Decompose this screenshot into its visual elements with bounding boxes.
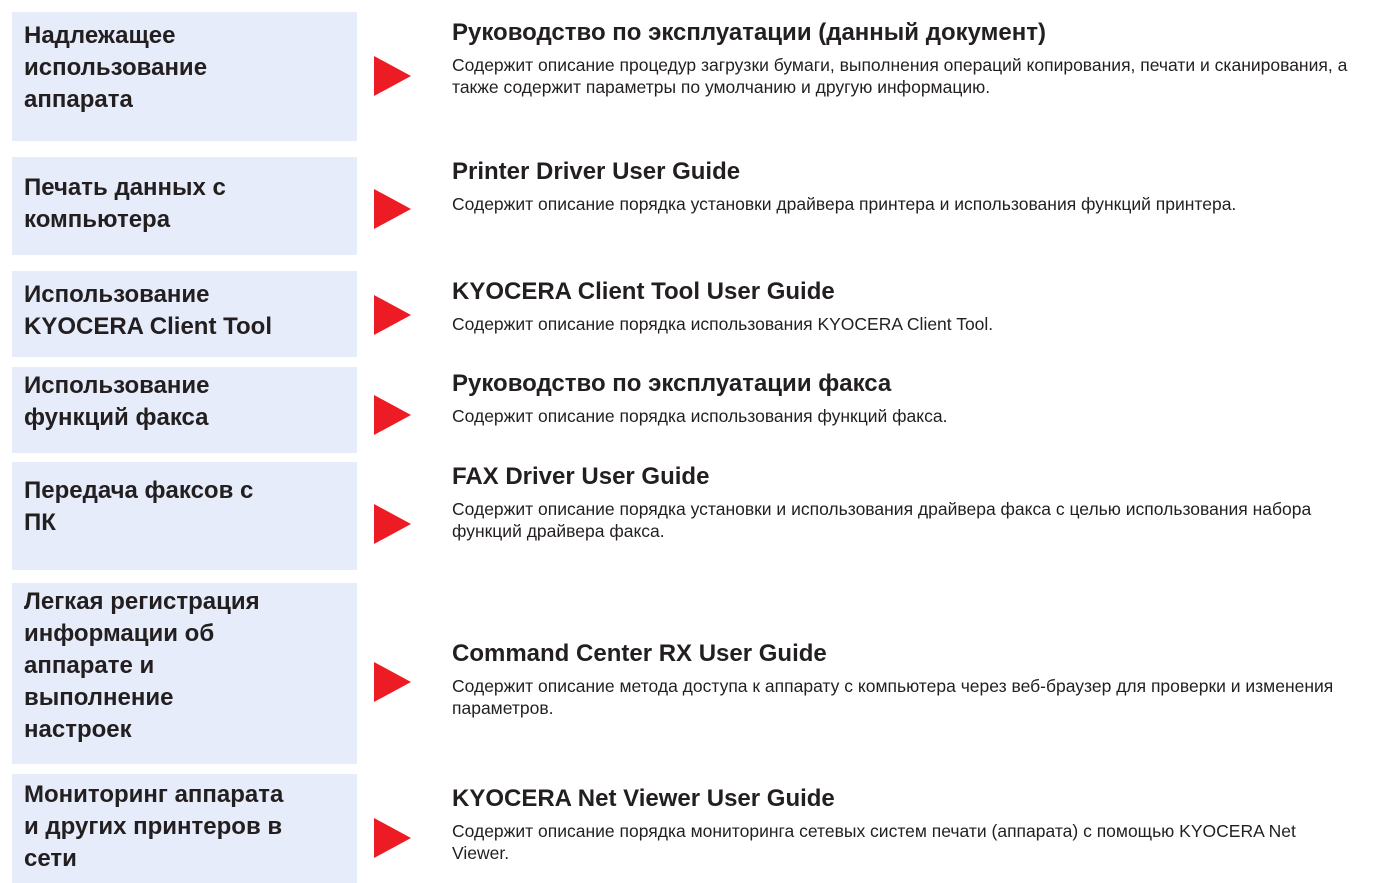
guide-description: Содержит описание порядка установки и ис… [452, 499, 1312, 541]
task-label-box: Надлежащее использование аппарата [12, 12, 357, 141]
guide-title: KYOCERA Client Tool User Guide [452, 278, 835, 305]
right-triangle-arrow-icon [374, 662, 411, 702]
guide-title: Руководство по эксплуатации факса [452, 370, 892, 397]
guide-info: KYOCERA Client Tool User Guide Содержит … [452, 277, 1398, 335]
task-label-box: Передача факсов с ПК [12, 462, 357, 570]
guide-info: Printer Driver User Guide Содержит описа… [452, 157, 1398, 215]
right-triangle-arrow-icon [374, 295, 411, 335]
task-label: Печать данных с компьютера [24, 174, 226, 233]
right-triangle-arrow-icon [374, 189, 411, 229]
guide-title: FAX Driver User Guide [452, 463, 710, 490]
guide-description: Содержит описание метода доступа к аппар… [452, 676, 1334, 718]
task-label: Передача факсов с ПК [24, 477, 254, 536]
guide-info: FAX Driver User Guide Содержит описание … [452, 462, 1398, 542]
task-label: Надлежащее использование аппарата [24, 22, 208, 113]
guide-description: Содержит описание порядка использования … [452, 406, 948, 426]
guide-title: KYOCERA Net Viewer User Guide [452, 785, 835, 812]
task-label: Использование KYOCERA Client Tool [24, 281, 272, 340]
guide-description: Содержит описание порядка мониторинга се… [452, 821, 1296, 863]
guide-title: Printer Driver User Guide [452, 158, 741, 185]
task-label-box: Использование KYOCERA Client Tool [12, 271, 357, 357]
task-label: Использование функций факса [24, 372, 210, 431]
guide-title: Руководство по эксплуатации (данный доку… [452, 19, 1046, 46]
guide-description: Содержит описание процедур загрузки бума… [452, 55, 1348, 97]
right-triangle-arrow-icon [374, 504, 411, 544]
guide-info: KYOCERA Net Viewer User Guide Содержит о… [452, 784, 1398, 864]
guide-title: Command Center RX User Guide [452, 640, 827, 667]
task-label-box: Печать данных с компьютера [12, 157, 357, 255]
task-label: Мониторинг аппарата и других принтеров в… [24, 781, 284, 872]
guide-info: Руководство по эксплуатации (данный доку… [452, 18, 1398, 98]
right-triangle-arrow-icon [374, 395, 411, 435]
right-triangle-arrow-icon [374, 56, 411, 96]
guide-info: Command Center RX User Guide Содержит оп… [452, 639, 1398, 719]
guide-description: Содержит описание порядка использования … [452, 314, 994, 334]
task-label: Легкая регистрация информации об аппарат… [24, 588, 260, 743]
guide-description: Содержит описание порядка установки драй… [452, 194, 1237, 214]
right-triangle-arrow-icon [374, 818, 411, 858]
task-label-box: Мониторинг аппарата и других принтеров в… [12, 774, 357, 883]
task-label-box: Легкая регистрация информации об аппарат… [12, 583, 357, 764]
guide-info: Руководство по эксплуатации факса Содерж… [452, 369, 1398, 427]
task-label-box: Использование функций факса [12, 367, 357, 453]
